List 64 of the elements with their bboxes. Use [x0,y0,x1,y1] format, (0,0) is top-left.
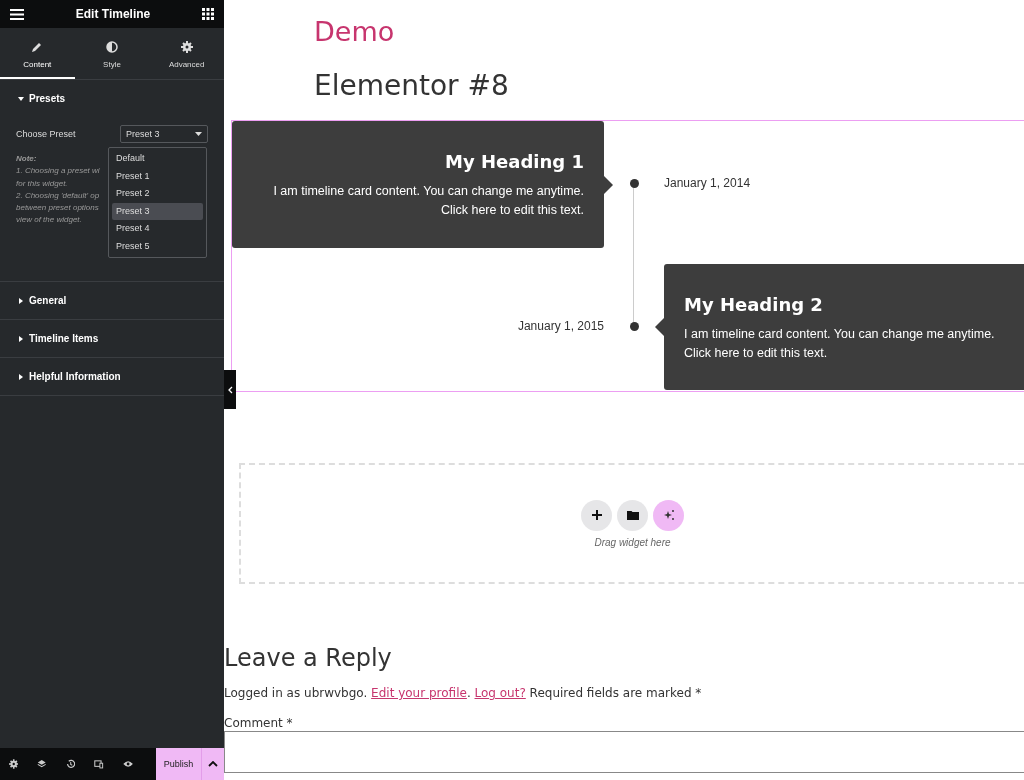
caret-down-icon [18,95,24,102]
panel-tab[interactable]: Style [74,28,150,79]
card-heading: My Heading 1 [444,151,584,172]
panel-tab[interactable]: Content [0,28,75,79]
note-text: 1. Choosing a preset wi [16,165,101,178]
site-title[interactable]: Demo [314,16,1024,47]
ai-button[interactable] [653,499,684,531]
eye-icon[interactable] [122,759,133,769]
add-section-button[interactable] [581,499,612,531]
section-header[interactable]: Presets [0,80,84,117]
chevron-left-icon [227,385,233,394]
card-text: I am timeline card content. You can change me anytime. Click here to edit this text. [272,183,584,219]
field-label: Comment * [224,716,294,730]
page-heading: Elementor #8 [314,69,510,102]
panel-tab[interactable]: Advanced [149,28,224,79]
layers-icon[interactable] [37,758,47,770]
note-text: 2. Choosing 'default' op [16,189,101,202]
edit-profile-link[interactable]: Edit your profile [371,686,467,700]
caret-right-icon [18,335,24,342]
note-text: Note: [16,153,38,165]
dropdown-option[interactable]: Default [112,150,203,168]
card-heading: My Heading 2 [684,294,824,315]
log-out-link[interactable]: Log out? [474,686,526,700]
publish-button[interactable]: Publish [155,748,201,780]
card-text: I am timeline card content. You can change me anytime. Click here to edit this text. [684,326,996,362]
apps-grid-icon[interactable] [202,8,214,20]
panel-title: Edit Timeline [75,7,151,21]
timeline-date: January 1, 2015 [517,319,604,335]
note-text: for this widget. [16,177,69,190]
section-header[interactable]: Helpful Information [0,358,139,395]
section-header[interactable]: General [0,282,85,319]
comment-field[interactable] [224,731,1024,773]
contrast-icon [106,41,118,53]
section-header[interactable]: Timeline Items [0,320,117,357]
drop-hint: Drag widget here [594,536,671,548]
note-text: between preset options [16,202,100,215]
folder-icon [626,510,639,520]
dropdown-option[interactable]: Preset 1 [112,167,203,185]
dropdown-option[interactable]: Preset 3 [112,202,203,220]
dropdown-option[interactable]: Preset 4 [112,220,203,238]
field-label: Choose Preset [16,129,76,139]
publish-options-button[interactable] [201,748,224,780]
plus-icon [591,510,602,520]
login-notice: Logged in as ubrwvbgo. Edit your profile. Log out? Required fields are marked * [224,686,703,700]
caret-right-icon [18,297,24,304]
caret-right-icon [18,373,24,380]
settings-icon[interactable] [9,758,19,770]
template-library-button[interactable] [617,499,648,531]
timeline-dot [629,179,639,188]
menu-icon[interactable] [10,8,24,20]
chevron-up-icon [208,761,218,767]
gear-icon [180,41,193,53]
dropdown-option[interactable]: Preset 2 [112,185,203,203]
dropdown-option[interactable]: Preset 5 [112,237,203,255]
pencil-icon [31,41,44,53]
collapse-panel-button[interactable] [224,370,236,409]
timeline-date: January 1, 2014 [664,176,751,190]
responsive-icon[interactable] [94,758,104,770]
preset-select[interactable]: Preset 3 [120,125,208,143]
note-text: view of the widget. [16,214,83,227]
caret-down-icon [195,132,202,136]
history-icon[interactable] [65,758,76,770]
reply-heading: Leave a Reply [224,644,393,672]
timeline-dot [629,322,639,331]
